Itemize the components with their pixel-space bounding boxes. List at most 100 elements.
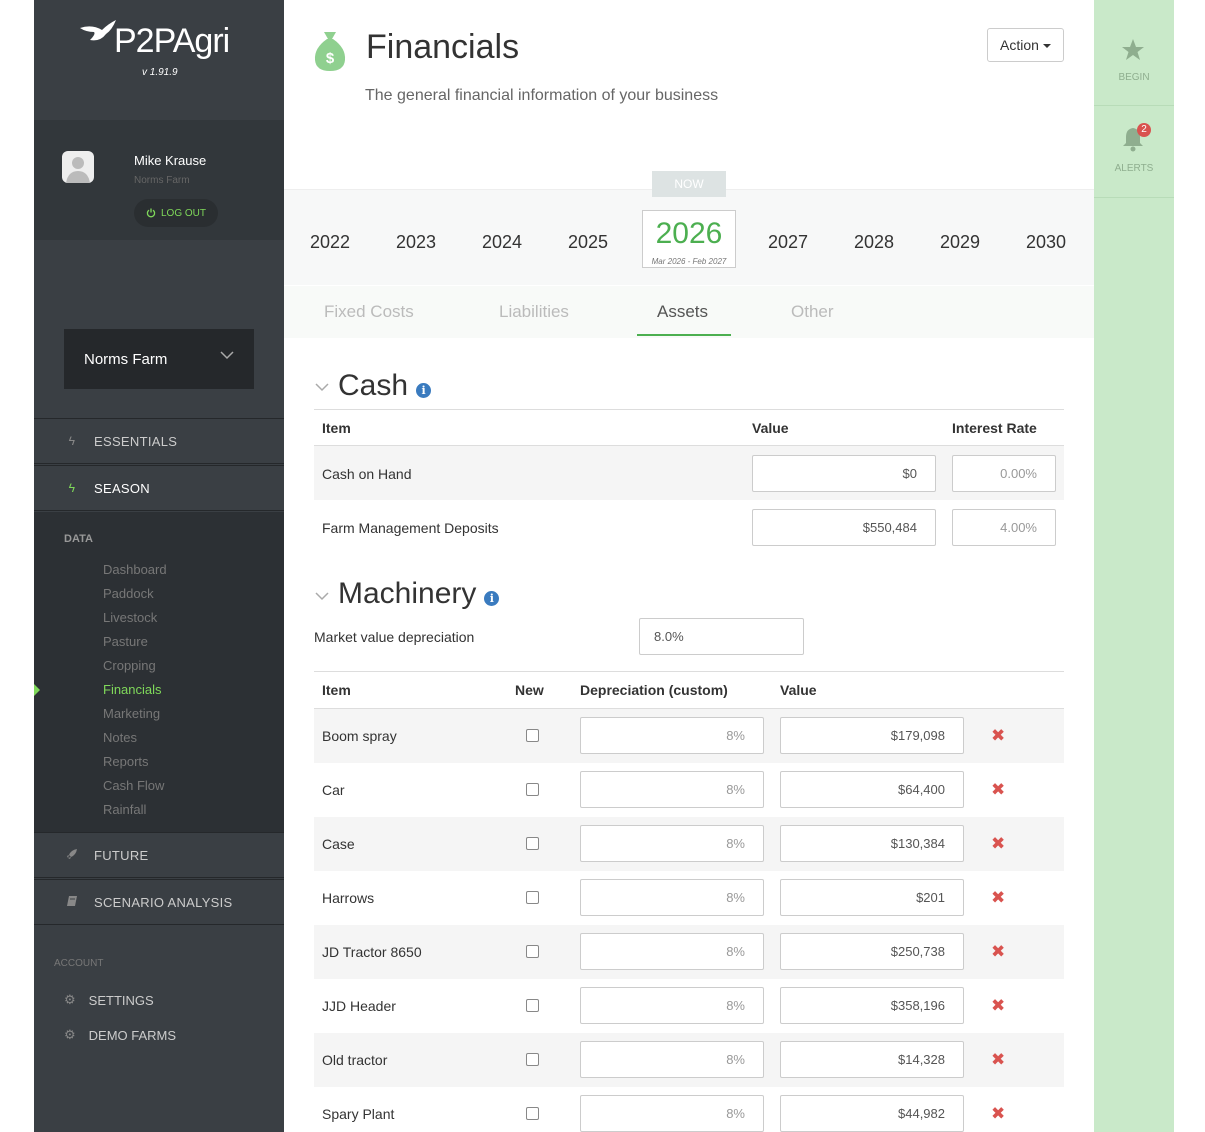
year-2029[interactable]: 2029 (940, 232, 980, 253)
action-dropdown-button[interactable]: Action (987, 28, 1064, 62)
nav-demo-farms-label: DEMO FARMS (88, 1027, 177, 1043)
machinery-row-item: Old tractor (322, 1052, 388, 1068)
nav-item-cash-flow[interactable]: Cash Flow (103, 778, 167, 802)
new-checkbox[interactable] (526, 837, 539, 850)
new-checkbox[interactable] (526, 891, 539, 904)
machinery-row-item: Spary Plant (322, 1106, 395, 1122)
delete-icon[interactable]: ✖ (991, 1051, 1005, 1068)
nav-item-financials[interactable]: Financials (103, 682, 167, 706)
chevron-down-icon[interactable] (315, 383, 329, 392)
new-checkbox[interactable] (526, 999, 539, 1012)
tab-fixed-costs[interactable]: Fixed Costs (324, 302, 414, 322)
depreciation-input[interactable]: 8% (580, 825, 764, 862)
money-bag-icon: $ (314, 32, 346, 71)
delete-icon[interactable]: ✖ (991, 781, 1005, 798)
logout-button[interactable]: LOG OUT (134, 199, 218, 227)
nav-item-pasture[interactable]: Pasture (103, 634, 167, 658)
machinery-value-input[interactable]: $358,196 (780, 987, 964, 1024)
active-tab-underline (637, 334, 731, 336)
machinery-value-input[interactable]: $14,328 (780, 1041, 964, 1078)
alerts-button[interactable]: ALERTS (1094, 106, 1174, 198)
depreciation-input[interactable]: 8% (580, 879, 764, 916)
nav-item-notes[interactable]: Notes (103, 730, 167, 754)
machinery-value-input[interactable]: $44,982 (780, 1095, 964, 1132)
nav-settings-label: SETTINGS (88, 992, 154, 1008)
action-label: Action (1000, 37, 1039, 53)
data-section-label: DATA (64, 533, 93, 545)
market-depreciation-input[interactable]: 8.0% (639, 618, 804, 655)
depreciation-input[interactable]: 8% (580, 987, 764, 1024)
year-2025[interactable]: 2025 (568, 232, 608, 253)
year-2027[interactable]: 2027 (768, 232, 808, 253)
machinery-value-input[interactable]: $179,098 (780, 717, 964, 754)
page-title: Financials (366, 28, 520, 66)
nav-season[interactable]: ϟ SEASON (34, 465, 284, 511)
year-current[interactable]: 2026 Mar 2026 - Feb 2027 (642, 210, 736, 268)
cash-value-input[interactable]: $0 (752, 455, 936, 492)
depreciation-input[interactable]: 8% (580, 1095, 764, 1132)
tab-assets[interactable]: Assets (657, 302, 708, 322)
new-checkbox[interactable] (526, 1107, 539, 1120)
machinery-value-input[interactable]: $64,400 (780, 771, 964, 808)
nav-item-rainfall[interactable]: Rainfall (103, 802, 167, 826)
delete-icon[interactable]: ✖ (991, 943, 1005, 960)
nav-future[interactable]: FUTURE (34, 832, 284, 878)
delete-icon[interactable]: ✖ (991, 835, 1005, 852)
cash-value-input[interactable]: $550,484 (752, 509, 936, 546)
tab-liabilities[interactable]: Liabilities (499, 302, 569, 322)
delete-icon[interactable]: ✖ (991, 997, 1005, 1014)
machinery-value-input[interactable]: $201 (780, 879, 964, 916)
nav-essentials[interactable]: ϟ ESSENTIALS (34, 418, 284, 464)
tab-other[interactable]: Other (791, 302, 834, 322)
begin-label: BEGIN (1118, 72, 1150, 83)
logout-label: LOG OUT (160, 207, 206, 219)
nav-demo-farms[interactable]: ⚙ DEMO FARMS (64, 1027, 176, 1043)
nav-settings[interactable]: ⚙ SETTINGS (64, 992, 154, 1008)
interest-rate-input[interactable]: 0.00% (952, 455, 1056, 492)
info-icon[interactable]: i (416, 382, 432, 398)
new-checkbox[interactable] (526, 783, 539, 796)
depreciation-input[interactable]: 8% (580, 771, 764, 808)
nav-scenario-label: SCENARIO ANALYSIS (94, 894, 233, 910)
app-logo[interactable]: P2PAgri v 1.91.9 (78, 18, 248, 78)
app-root: P2PAgri v 1.91.9 Mike Krause Norms Farm … (0, 0, 1205, 1132)
nav-item-reports[interactable]: Reports (103, 754, 167, 778)
chevron-down-icon[interactable] (315, 592, 329, 601)
nav-item-cropping[interactable]: Cropping (103, 658, 167, 682)
nav-essentials-label: ESSENTIALS (94, 433, 178, 449)
machinery-title: Machinery (338, 577, 477, 610)
farm-selector[interactable]: Norms Farm (64, 329, 254, 389)
nav-item-livestock[interactable]: Livestock (103, 610, 167, 634)
avatar[interactable] (62, 151, 94, 183)
nav-scenario-analysis[interactable]: SCENARIO ANALYSIS (34, 879, 284, 925)
new-checkbox[interactable] (526, 1053, 539, 1066)
nav-item-marketing[interactable]: Marketing (103, 706, 167, 730)
depreciation-input[interactable]: 8% (580, 1041, 764, 1078)
sidebar: P2PAgri v 1.91.9 Mike Krause Norms Farm … (34, 0, 284, 1132)
cash-row-item: Farm Management Deposits (322, 520, 499, 536)
nav-item-paddock[interactable]: Paddock (103, 586, 167, 610)
machinery-value-input[interactable]: $130,384 (780, 825, 964, 862)
year-2022[interactable]: 2022 (310, 232, 350, 253)
new-checkbox[interactable] (526, 945, 539, 958)
cash-header-rate: Interest Rate (952, 420, 1037, 436)
delete-icon[interactable]: ✖ (991, 727, 1005, 744)
begin-button[interactable]: BEGIN (1094, 14, 1174, 106)
year-2028[interactable]: 2028 (854, 232, 894, 253)
info-icon[interactable]: i (484, 590, 500, 606)
year-2023[interactable]: 2023 (396, 232, 436, 253)
year-2030[interactable]: 2030 (1026, 232, 1066, 253)
delete-icon[interactable]: ✖ (991, 1105, 1005, 1122)
new-checkbox[interactable] (526, 729, 539, 742)
depreciation-input[interactable]: 8% (580, 717, 764, 754)
interest-rate-input[interactable]: 4.00% (952, 509, 1056, 546)
delete-icon[interactable]: ✖ (991, 889, 1005, 906)
nav-item-dashboard[interactable]: Dashboard (103, 562, 167, 586)
star-icon (1122, 39, 1144, 60)
svg-text:$: $ (326, 50, 335, 67)
gear-icon: ⚙ (64, 992, 76, 1007)
year-2024[interactable]: 2024 (482, 232, 522, 253)
depreciation-input[interactable]: 8% (580, 933, 764, 970)
machinery-row-item: Boom spray (322, 728, 397, 744)
machinery-value-input[interactable]: $250,738 (780, 933, 964, 970)
